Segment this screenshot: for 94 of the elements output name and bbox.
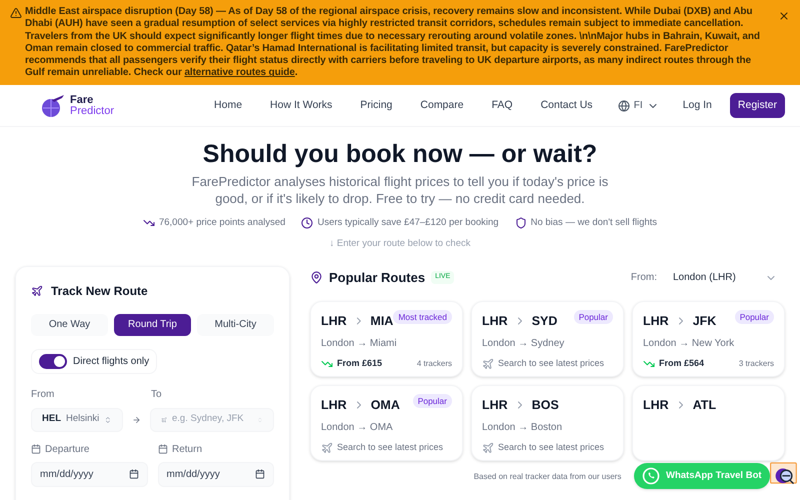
tracker-count: 4 trackers <box>416 358 452 370</box>
globe-icon <box>618 100 630 112</box>
plane-icon <box>482 442 494 454</box>
route-hint: Search to see latest prices <box>337 441 444 454</box>
route-tag: Popular <box>412 394 452 408</box>
trip-type-tab[interactable]: Multi-City <box>197 314 274 336</box>
nav-link[interactable]: FAQ <box>492 98 513 114</box>
trend-down-icon <box>643 358 655 370</box>
tracker-count: 3 trackers <box>738 358 774 370</box>
hero-subtitle: FarePredictor analyses historical flight prices to tell you if today's price is good, or if it's likely to drop. Free to try — no credit card needed. <box>190 173 610 207</box>
nav-link[interactable]: Contact Us <box>540 98 593 114</box>
calendar-icon[interactable] <box>255 469 265 479</box>
field-label: Return <box>172 442 202 456</box>
destination-field[interactable]: e.g. Sydney, JFK <box>150 408 274 432</box>
calendar-icon <box>31 444 41 454</box>
logo-text: Fare <box>70 94 94 106</box>
route-cities: London → Miami <box>321 337 398 352</box>
route-cities: London → OMA <box>321 421 394 436</box>
logo[interactable]: Fare Predictor <box>40 94 114 118</box>
language-selector[interactable]: FI <box>618 98 659 113</box>
route-cities: London → Boston <box>482 421 564 436</box>
route-origin: LHR <box>643 396 669 414</box>
close-icon[interactable] <box>778 10 790 22</box>
calendar-icon[interactable] <box>128 469 138 479</box>
route-card[interactable]: LHR SYD Popular London → Sydney Search to see latest prices <box>471 300 624 376</box>
route-card[interactable]: LHR OMA Popular London → OMA Search to see latest prices <box>310 384 463 460</box>
route-destination: BOS <box>532 396 559 414</box>
trip-type-tab[interactable]: One Way <box>31 314 108 336</box>
clock-icon <box>301 217 314 230</box>
route-origin: LHR <box>482 396 508 414</box>
origin-field[interactable]: HEL Helsinki <box>31 408 123 432</box>
route-origin: LHR <box>643 312 669 330</box>
plane-icon <box>161 414 167 424</box>
alert-text: Middle East airspace disruption (Day 58) — As of Day 58 of the regional airspace crisis, recovery remains slow and inconsistent. While Dubai (DXB) and Abu Dhabi (AUH) have seen a gradual resumption of select services via highly restricted transit corridors, schedules remain subject to immediate cancellation. Travelers from the UK should expect significantly longer flight times due to necessary rerouting around volatile zones. \n\nMajor hubs in Bahrain, Kuwait, and Oman remain closed to commercial traffic. Qatar’s Hamad International is facilitating limited transit, but capacity is severely constrained. FarePredictor recommends that all passengers verify their flight status directly with carriers before traveling to UK departure airports, as many indirect routes through the Gulf remain unreliable. Check our alternative routes guide. <box>25 6 761 80</box>
hero-fact: Users typically save £47–£120 per booking <box>317 216 499 230</box>
route-price: From £564 <box>659 357 704 370</box>
nav-link[interactable]: How It Works <box>270 98 332 114</box>
plane-icon <box>31 284 43 296</box>
date-field[interactable]: mm/dd/yyyy <box>158 462 274 486</box>
up-down-chevron-icon <box>104 414 112 424</box>
route-card[interactable]: LHR JFK Popular London → New York From £564 3 trackers <box>632 300 785 376</box>
route-hint: Search to see latest prices <box>498 441 604 454</box>
logo-text: Predictor <box>70 106 114 116</box>
nav-link[interactable]: Pricing <box>360 98 392 114</box>
route-price: From £615 <box>337 357 382 370</box>
footnote: Based on real tracker data from our users <box>474 470 622 482</box>
route-tag: Popular <box>574 310 613 324</box>
field-label: From <box>31 388 56 402</box>
route-cities: London → Sydney <box>482 337 566 352</box>
route-hint: ↓ Enter your route below to check <box>330 237 470 252</box>
register-button[interactable]: Register <box>730 92 785 118</box>
route-destination: ATL <box>692 396 716 414</box>
route-tag: Popular <box>734 310 774 324</box>
nav-link[interactable]: Compare <box>420 98 464 114</box>
calendar-icon <box>158 444 168 454</box>
trip-type-tab[interactable]: Round Trip <box>114 314 191 336</box>
route-cities: London → New York <box>643 337 736 352</box>
shield-icon <box>514 217 527 230</box>
card-title: Track New Route <box>51 282 148 300</box>
toggle-switch[interactable] <box>39 354 67 368</box>
date-input[interactable]: mm/dd/yyyy <box>40 466 115 482</box>
route-destination: SYD <box>532 312 558 330</box>
destination-input[interactable]: e.g. Sydney, JFK <box>172 412 252 427</box>
nav-link[interactable]: Home <box>214 98 242 114</box>
section-title: Popular Routes <box>329 268 426 287</box>
hero-title: Should you book now — or wait? <box>202 139 598 169</box>
route-destination: OMA <box>370 396 400 414</box>
plane-globe-icon <box>40 94 66 118</box>
hero-fact: No bias — we don't sell flights <box>530 216 658 230</box>
hero-fact: 76,000+ price points analysed <box>158 216 286 230</box>
map-pin-icon <box>310 271 323 284</box>
alternative-routes-link[interactable]: alternative routes guide <box>184 67 295 78</box>
route-destination: JFK <box>692 312 716 330</box>
route-card[interactable]: LHR BOS London → Boston Search to see latest prices <box>471 384 624 460</box>
toggle-label: Direct flights only <box>73 354 150 368</box>
route-hint: Search to see latest prices <box>498 357 604 370</box>
route-origin: LHR <box>482 312 508 330</box>
route-destination: MIA <box>370 312 394 330</box>
route-card[interactable]: LHR MIA Most tracked London → Miami From £615 4 trackers <box>310 300 463 376</box>
route-card[interactable]: LHR ATL <box>632 384 785 460</box>
route-origin: LHR <box>321 312 347 330</box>
field-label: Departure <box>45 442 90 456</box>
warning-icon <box>10 7 22 19</box>
login-link[interactable]: Log In <box>682 98 712 114</box>
trend-down-icon <box>321 358 333 370</box>
date-input[interactable]: mm/dd/yyyy <box>166 466 242 482</box>
date-field[interactable]: mm/dd/yyyy <box>31 462 148 486</box>
field-label: To <box>151 388 162 402</box>
route-tag: Most tracked <box>393 310 452 324</box>
plane-icon <box>482 358 494 370</box>
route-origin: LHR <box>321 396 347 414</box>
phone-chat-icon <box>642 467 660 485</box>
plane-icon <box>321 442 333 454</box>
field-label: From: <box>630 271 657 285</box>
